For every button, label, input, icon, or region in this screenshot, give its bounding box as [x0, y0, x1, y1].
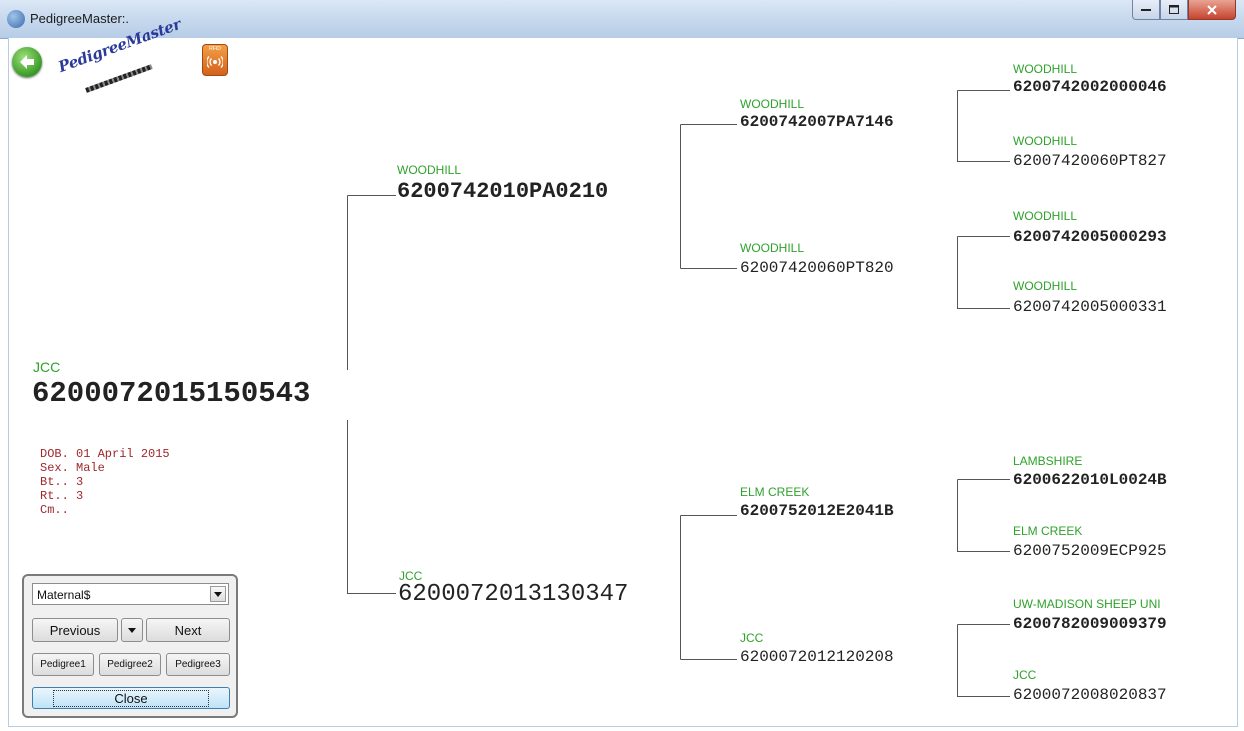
gen2-tag[interactable]: 6200742007PA7146	[740, 113, 894, 131]
bt-text: Bt.. 3	[40, 475, 84, 489]
dropdown-value: Maternal$	[37, 588, 91, 602]
gen2-farm: WOODHILL	[740, 97, 805, 111]
sire-tag[interactable]: 6200742010PA0210	[397, 179, 608, 204]
navigation-panel: Maternal$ Previous Next Pedigree1 Pedigr…	[22, 574, 238, 718]
chevron-down-icon	[128, 627, 136, 633]
gen3-farm: JCC	[1013, 668, 1037, 682]
dam-tag[interactable]: 6200072013130347	[398, 581, 628, 608]
gen3-tag[interactable]: 6200072008020837	[1013, 686, 1167, 704]
pedigree3-button[interactable]: Pedigree3	[166, 653, 230, 676]
pedigree1-button[interactable]: Pedigree1	[32, 653, 94, 676]
gen3-farm: ELM CREEK	[1013, 524, 1083, 538]
gen3-tag[interactable]: 62007420060PT827	[1013, 152, 1167, 170]
subject-tag[interactable]: 6200072015150543	[32, 377, 310, 410]
gen3-tag[interactable]: 6200622010L0024B	[1013, 471, 1167, 489]
gen3-farm: UW-MADISON SHEEP UNI	[1013, 597, 1161, 611]
gen3-tag[interactable]: 6200752009ECP925	[1013, 542, 1167, 560]
sex-text: Sex. Male	[40, 461, 105, 475]
gen3-farm: WOODHILL	[1013, 134, 1078, 148]
gen3-tag[interactable]: 6200742002000046	[1013, 78, 1167, 96]
gen3-farm: WOODHILL	[1013, 62, 1078, 76]
animal-info: DOB. 01 April 2015 Sex. Male Bt.. 3 Rt..…	[40, 447, 170, 517]
gen2-tag[interactable]: 6200752012E2041B	[740, 502, 894, 520]
gen2-farm: ELM CREEK	[740, 485, 810, 499]
next-button[interactable]: Next	[146, 618, 230, 642]
gen3-tag[interactable]: 6200742005000293	[1013, 228, 1167, 246]
gen3-farm: WOODHILL	[1013, 209, 1078, 223]
gen3-farm: LAMBSHIRE	[1013, 454, 1083, 468]
history-dropdown-button[interactable]	[121, 618, 143, 642]
chevron-down-icon	[214, 591, 222, 597]
gen3-tag[interactable]: 6200742005000331	[1013, 298, 1167, 316]
subject-farm: JCC	[33, 359, 61, 375]
pedigree2-button[interactable]: Pedigree2	[99, 653, 161, 676]
pedigree-type-dropdown[interactable]: Maternal$	[32, 583, 229, 605]
dob-text: DOB. 01 April 2015	[40, 447, 170, 461]
gen2-tag[interactable]: 6200072012120208	[740, 648, 894, 666]
gen2-farm: JCC	[740, 631, 764, 645]
cm-text: Cm..	[40, 503, 69, 517]
gen3-farm: WOODHILL	[1013, 279, 1078, 293]
gen2-tag[interactable]: 62007420060PT820	[740, 259, 894, 277]
gen2-farm: WOODHILL	[740, 241, 805, 255]
close-button-label: Close	[53, 689, 209, 707]
sire-farm: WOODHILL	[397, 163, 462, 177]
previous-button[interactable]: Previous	[32, 618, 118, 642]
dropdown-arrow-button[interactable]	[210, 586, 226, 602]
rt-text: Rt.. 3	[40, 489, 84, 503]
gen3-tag[interactable]: 6200782009009379	[1013, 615, 1167, 633]
close-button[interactable]: Close	[32, 687, 230, 709]
